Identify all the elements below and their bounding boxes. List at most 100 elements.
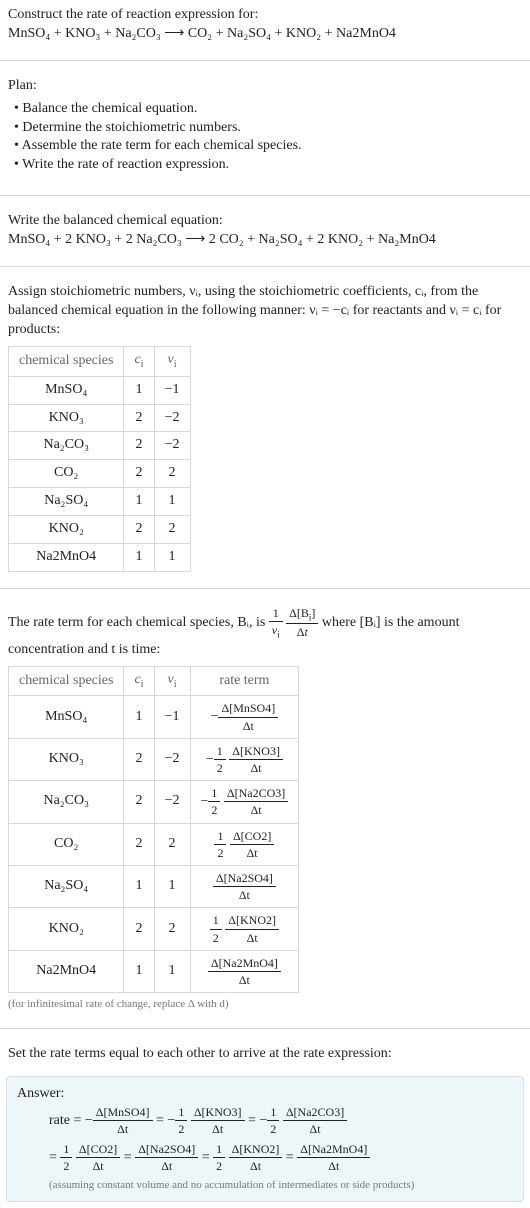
- cell-vi: 1: [154, 950, 190, 992]
- cell-ci: 1: [124, 696, 154, 738]
- col-header-ci: ci: [124, 346, 154, 376]
- table-row: KNO₃ 2 −2 −12 Δ[KNO3]Δt: [9, 738, 299, 780]
- cell-vi: 1: [154, 544, 190, 572]
- answer-equation-line2: = 12 Δ[CO2]Δt = Δ[Na2SO4]Δt = 12 Δ[KNO2]…: [49, 1141, 513, 1174]
- cell-vi: 2: [154, 460, 190, 488]
- answer-assumption: (assuming constant volume and no accumul…: [49, 1178, 513, 1193]
- table-row: KNO₂22: [9, 516, 191, 544]
- plan-list: Balance the chemical equation. Determine…: [8, 100, 522, 176]
- col-header-rate: rate term: [190, 666, 299, 696]
- stoich-heading: Assign stoichiometric numbers, νᵢ, using…: [8, 283, 522, 340]
- cell-rate-term: 12 Δ[CO2]Δt: [190, 823, 299, 865]
- divider: [0, 588, 530, 589]
- cell-species: Na₂SO₄: [9, 865, 124, 907]
- plan-item: Balance the chemical equation.: [14, 100, 522, 119]
- cell-species: Na2MnO4: [9, 950, 124, 992]
- stoich-table: chemical species ci νi MnSO₄1−1 KNO₃2−2 …: [8, 346, 191, 572]
- cell-ci: 2: [124, 738, 154, 780]
- balanced-heading: Write the balanced chemical equation:: [8, 212, 522, 231]
- cell-rate-term: Δ[Na2SO4]Δt: [190, 865, 299, 907]
- divider: [0, 266, 530, 267]
- table-row: Na₂CO₃ 2 −2 −12 Δ[Na2CO3]Δt: [9, 781, 299, 823]
- table-row: MnSO₄ 1 −1 −Δ[MnSO4]Δt: [9, 696, 299, 738]
- cell-vi: 2: [154, 823, 190, 865]
- neg-sign: −: [211, 709, 219, 724]
- cell-species: CO₂: [9, 823, 124, 865]
- prompt-heading: Construct the rate of reaction expressio…: [8, 6, 522, 25]
- col-header-vi: νi: [154, 666, 190, 696]
- unbalanced-equation: MnSO₄ + KNO₃ + Na₂CO₃ ⟶ CO₂ + Na₂SO₄ + K…: [8, 25, 522, 44]
- cell-species: Na₂CO₃: [9, 781, 124, 823]
- table-header-row: chemical species ci νi: [9, 346, 191, 376]
- cell-ci: 1: [124, 488, 154, 516]
- neg-sign: −: [85, 1113, 93, 1128]
- cell-species: Na₂SO₄: [9, 488, 124, 516]
- neg-sign: −: [201, 794, 209, 809]
- table-row: Na₂SO₄11: [9, 488, 191, 516]
- neg-sign: −: [167, 1113, 175, 1128]
- cell-species: KNO₃: [9, 738, 124, 780]
- cell-ci: 2: [124, 516, 154, 544]
- plan-heading: Plan:: [8, 77, 522, 96]
- cell-rate-term: −12 Δ[KNO3]Δt: [190, 738, 299, 780]
- table-row: Na2MnO4 1 1 Δ[Na2MnO4]Δt: [9, 950, 299, 992]
- cell-vi: 1: [154, 865, 190, 907]
- table-header-row: chemical species ci νi rate term: [9, 666, 299, 696]
- cell-ci: 2: [124, 460, 154, 488]
- cell-vi: −2: [154, 404, 190, 432]
- cell-vi: −1: [154, 376, 190, 404]
- cell-ci: 1: [124, 376, 154, 404]
- cell-ci: 1: [124, 865, 154, 907]
- table-row: CO₂22: [9, 460, 191, 488]
- table-row: Na₂CO₃2−2: [9, 432, 191, 460]
- cell-ci: 1: [124, 544, 154, 572]
- answer-equation-line1: rate = −Δ[MnSO4]Δt = −12 Δ[KNO3]Δt = −12…: [49, 1104, 513, 1137]
- cell-species: Na2MnO4: [9, 544, 124, 572]
- cell-species: MnSO₄: [9, 696, 124, 738]
- rateterm-intro-pre: The rate term for each chemical species,…: [8, 615, 269, 630]
- cell-rate-term: 12 Δ[KNO2]Δt: [190, 908, 299, 950]
- divider: [0, 1028, 530, 1029]
- balanced-equation: MnSO₄ + 2 KNO₃ + 2 Na₂CO₃ ⟶ 2 CO₂ + Na₂S…: [8, 231, 522, 250]
- cell-rate-term: −Δ[MnSO4]Δt: [190, 696, 299, 738]
- divider: [0, 195, 530, 196]
- cell-vi: 2: [154, 516, 190, 544]
- cell-ci: 2: [124, 404, 154, 432]
- divider: [0, 60, 530, 61]
- table-row: MnSO₄1−1: [9, 376, 191, 404]
- table-row: CO₂ 2 2 12 Δ[CO2]Δt: [9, 823, 299, 865]
- cell-ci: 2: [124, 781, 154, 823]
- table-row: KNO₂ 2 2 12 Δ[KNO2]Δt: [9, 908, 299, 950]
- cell-rate-term: −12 Δ[Na2CO3]Δt: [190, 781, 299, 823]
- plan-item: Write the rate of reaction expression.: [14, 156, 522, 175]
- answer-label: Answer:: [17, 1085, 513, 1104]
- cell-ci: 2: [124, 908, 154, 950]
- cell-vi: −1: [154, 696, 190, 738]
- answer-box: Answer: rate = −Δ[MnSO4]Δt = −12 Δ[KNO3]…: [6, 1076, 524, 1202]
- rate-lhs: rate =: [49, 1113, 85, 1128]
- cell-species: MnSO₄: [9, 376, 124, 404]
- table-row: KNO₃2−2: [9, 404, 191, 432]
- conclusion-line: Set the rate terms equal to each other t…: [0, 1039, 530, 1070]
- col-header-species: chemical species: [9, 666, 124, 696]
- cell-ci: 2: [124, 823, 154, 865]
- cell-species: CO₂: [9, 460, 124, 488]
- cell-vi: −2: [154, 432, 190, 460]
- cell-vi: 2: [154, 908, 190, 950]
- cell-ci: 2: [124, 432, 154, 460]
- rateterm-formula: 1νi Δ[Bi]Δt: [269, 615, 322, 630]
- cell-vi: 1: [154, 488, 190, 516]
- rateterm-table: chemical species ci νi rate term MnSO₄ 1…: [8, 666, 299, 994]
- plan-item: Determine the stoichiometric numbers.: [14, 119, 522, 138]
- cell-species: Na₂CO₃: [9, 432, 124, 460]
- table-row: Na₂SO₄ 1 1 Δ[Na2SO4]Δt: [9, 865, 299, 907]
- cell-rate-term: Δ[Na2MnO4]Δt: [190, 950, 299, 992]
- cell-ci: 1: [124, 950, 154, 992]
- cell-vi: −2: [154, 781, 190, 823]
- cell-species: KNO₃: [9, 404, 124, 432]
- cell-species: KNO₂: [9, 516, 124, 544]
- neg-sign: −: [259, 1113, 267, 1128]
- col-header-species: chemical species: [9, 346, 124, 376]
- table-row: Na2MnO411: [9, 544, 191, 572]
- plan-item: Assemble the rate term for each chemical…: [14, 137, 522, 156]
